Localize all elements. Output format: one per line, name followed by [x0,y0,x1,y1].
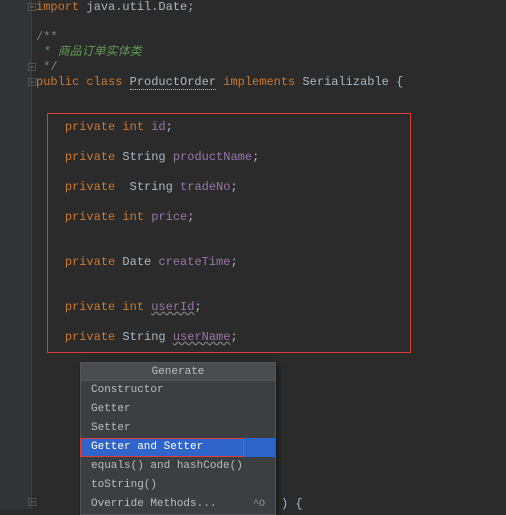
code-line: import java.util.Date; [36,0,506,15]
shortcut-label: ^O [253,495,265,514]
code-line: /** [36,30,506,45]
highlight-box-fields [47,113,411,353]
menu-item-override[interactable]: Override Methods... ^O [81,495,275,514]
gutter [0,0,32,509]
popup-title: Generate [81,363,275,381]
code-line [36,15,506,30]
menu-item-equals-hashcode[interactable]: equals() and hashCode() [81,457,275,476]
menu-item-constructor[interactable]: Constructor [81,381,275,400]
menu-item-setter[interactable]: Setter [81,419,275,438]
menu-item-tostring[interactable]: toString() [81,476,275,495]
code-line: * 商品订单实体类 [36,45,506,60]
highlight-box-selected [80,438,244,457]
menu-item-getter[interactable]: Getter [81,400,275,419]
code-line: public class ProductOrder implements Ser… [36,75,506,90]
code-line [36,90,506,105]
fold-minus-icon[interactable] [28,498,36,506]
code-line: */ [36,60,506,75]
menu-item-label: Override Methods... [91,498,216,510]
